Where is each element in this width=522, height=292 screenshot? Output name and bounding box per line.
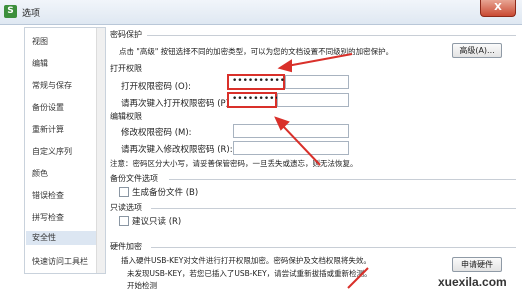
arrow-line-2 [281,124,321,166]
watermark: xuexila.com [438,275,507,289]
arrow-head-2 [274,116,290,131]
arrow-head-1 [277,59,292,73]
arrow-line-3 [347,267,369,289]
annotation-arrows [274,53,369,289]
arrow-line-1 [286,53,353,67]
